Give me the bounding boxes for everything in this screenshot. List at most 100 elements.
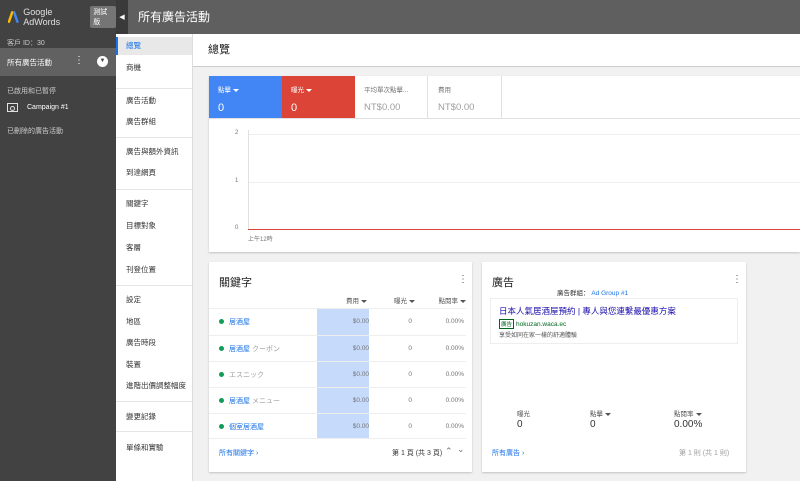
keyword-text: 居酒屋 (229, 346, 250, 353)
status-dot-icon (219, 424, 224, 429)
ad-clicks-label: 點擊 (590, 411, 603, 418)
tab-ad-groups[interactable]: 廣告群組 (116, 113, 192, 131)
expand-icon[interactable]: ▼ (97, 56, 108, 67)
brand-name: Google AdWords (23, 7, 61, 27)
impressions-value: 0 (291, 102, 298, 114)
ad-clicks-header[interactable]: 點擊 (590, 408, 611, 418)
ctr-cell: 0.00% (445, 397, 464, 404)
more-options-icon[interactable]: ⋮ (458, 275, 468, 285)
tab-placements[interactable]: 刊登位置 (116, 261, 192, 279)
more-options-icon[interactable]: ⋮ (74, 56, 84, 66)
keyword-link[interactable]: 居酒屋 クーポン (229, 344, 280, 354)
ad-group-label: 廣告群組： (557, 290, 590, 297)
campaign-sidebar: 客戶 ID：30 所有廣告活動 ⋮ ▼ 已啟用和已暫停 Campaign #1 … (0, 34, 116, 481)
tab-audiences[interactable]: 目標對象 (116, 217, 192, 235)
table-row[interactable]: 居酒屋 クーポン $0.00 0 0.00% (209, 336, 466, 362)
chevron-up-icon[interactable]: ⌃ (445, 447, 453, 456)
table-row[interactable]: 個室居酒屋 $0.00 0 0.00% (209, 414, 466, 440)
keyword-link[interactable]: 居酒屋 (229, 317, 250, 327)
ad-group-selector[interactable]: 廣告群組： Ad Group #1 (557, 287, 628, 297)
impressions-cell: 0 (408, 397, 412, 404)
y-axis (248, 130, 249, 230)
avg-cpc-label: 平均單次點擊... (364, 87, 409, 94)
ctr-cell: 0.00% (445, 371, 464, 378)
campaign-name: Campaign #1 (27, 104, 69, 111)
col-header-ctr[interactable]: 點閱率 (419, 295, 466, 305)
cost-cell: $0.00 (352, 423, 369, 430)
keyword-suffix: クーポン (251, 346, 280, 353)
brand[interactable]: Google AdWords 測試版 (0, 0, 116, 34)
card-title: 廣告 (492, 277, 514, 289)
cost-cell: $0.00 (352, 345, 369, 352)
tab-bid-adjustments[interactable]: 進階出價調整幅度 (116, 377, 192, 395)
tab-opportunities[interactable]: 商機 (116, 59, 192, 77)
all-keywords-link[interactable]: 所有關鍵字 › (219, 448, 258, 458)
keyword-link[interactable]: 個室居酒屋 (229, 422, 264, 432)
cost-cell: $0.00 (352, 318, 369, 325)
table-row[interactable]: 居酒屋 メニュー $0.00 0 0.00% (209, 388, 466, 414)
customer-id: 客戶 ID：30 (7, 40, 45, 47)
tab-ads-extensions[interactable]: 廣告與額外資訊 (116, 143, 192, 161)
status-dot-icon (219, 372, 224, 377)
clicks-label: 點擊 (218, 87, 231, 94)
avg-cpc-metric[interactable]: 平均單次點擊... NT$0.00 (355, 76, 428, 118)
chevron-down-icon[interactable]: ⌄ (457, 445, 465, 454)
keyword-text: 個室居酒屋 (229, 424, 264, 431)
tab-landing-pages[interactable]: 到達網頁 (116, 164, 192, 182)
collapse-sidebar-icon[interactable]: ◀ (116, 0, 128, 34)
more-options-icon[interactable]: ⋮ (732, 275, 742, 285)
ad-description: 享受如同在家一樣的舒適體驗 (499, 333, 578, 339)
menu-divider (116, 401, 192, 402)
cost-metric[interactable]: 費用 NT$0.00 (429, 76, 502, 118)
performance-card: 點擊 0 曝光 0 平均單次點擊... NT$0.00 費用 NT$0.00 2… (209, 76, 800, 252)
ad-ctr-value: 0.00% (674, 419, 703, 430)
clicks-metric[interactable]: 點擊 0 (209, 76, 282, 118)
ctr-cell: 0.00% (445, 423, 464, 430)
overview-heading: 總覽 (193, 34, 800, 67)
dropdown-icon (233, 88, 239, 92)
col-header-impressions[interactable]: 曝光 (379, 295, 415, 305)
col-header-cost[interactable]: 費用 (317, 295, 367, 305)
status-dot-icon (219, 319, 224, 324)
ctr-cell: 0.00% (445, 318, 464, 325)
ad-ctr-label: 點閱率 (674, 411, 694, 418)
campaign-icon (7, 103, 18, 112)
all-ads-label: 所有廣告 (492, 450, 520, 457)
sidebar-item-campaign[interactable]: Campaign #1 (0, 96, 116, 112)
tab-campaigns[interactable]: 廣告活動 (116, 92, 192, 110)
tab-change-history[interactable]: 變更記錄 (116, 408, 192, 426)
status-filter[interactable]: 已啟用和已暫停 (0, 76, 116, 96)
grid-line (248, 182, 800, 183)
sort-icon (361, 299, 367, 303)
y-tick: 2 (235, 130, 239, 136)
tab-locations[interactable]: 地區 (116, 313, 192, 331)
tab-overview[interactable]: 總覽 (116, 37, 192, 55)
removed-campaigns-link[interactable]: 已刪除的廣告活動 (0, 112, 116, 136)
ad-ctr-header[interactable]: 點閱率 (674, 408, 702, 418)
clicks-value: 0 (218, 102, 225, 114)
sort-icon (460, 299, 466, 303)
all-ads-link[interactable]: 所有廣告 › (492, 448, 524, 458)
ads-pagination: 第 1 則 (共 1 則) (679, 450, 730, 457)
tab-demographics[interactable]: 客層 (116, 239, 192, 257)
keyword-link[interactable]: エスニック (229, 370, 264, 380)
menu-divider (116, 88, 192, 89)
tab-keywords[interactable]: 關鍵字 (116, 195, 192, 213)
tab-devices[interactable]: 裝置 (116, 356, 192, 374)
tab-settings[interactable]: 設定 (116, 291, 192, 309)
table-row[interactable]: エスニック $0.00 0 0.00% (209, 362, 466, 388)
impressions-metric[interactable]: 曝光 0 (282, 76, 355, 118)
ad-preview[interactable]: 日本人氣居酒屋預約 | 專人與您連繫最優惠方案 廣告 hokuzan.waca.e… (490, 298, 738, 344)
table-row[interactable]: 居酒屋 $0.00 0 0.00% (209, 309, 466, 335)
ads-card: 廣告 ⋮ 廣告群組： Ad Group #1 日本人氣居酒屋預約 | 專人與您連… (482, 262, 746, 472)
keyword-link[interactable]: 居酒屋 メニュー (229, 396, 280, 406)
cost-cell: $0.00 (352, 371, 369, 378)
cost-label: 費用 (438, 87, 451, 94)
impressions-cell: 0 (408, 423, 412, 430)
tab-ad-schedule[interactable]: 廣告時段 (116, 334, 192, 352)
all-campaigns-item[interactable]: 所有廣告活動 ⋮ ▼ (0, 48, 116, 76)
pagination-text: 第 1 頁 (共 3 頁) (392, 450, 443, 457)
tab-drafts-experiments[interactable]: 單條和實驗 (116, 439, 192, 457)
adwords-logo-icon (8, 11, 19, 23)
x-tick: 上午12時 (248, 237, 273, 243)
